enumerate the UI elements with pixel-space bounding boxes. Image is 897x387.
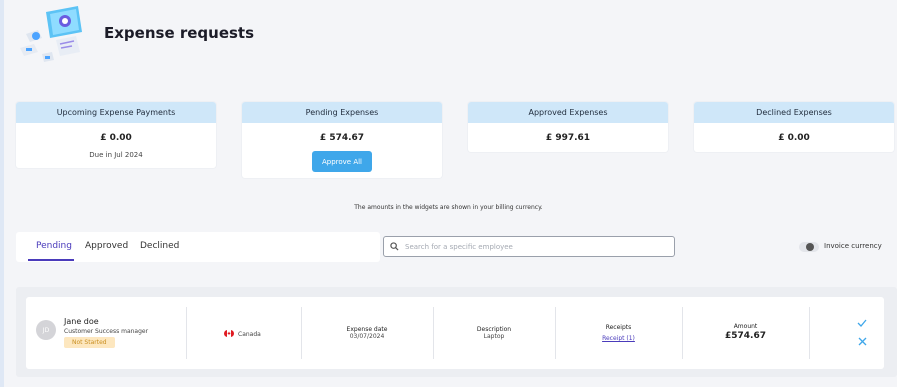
amount-label: Amount bbox=[733, 323, 758, 330]
receipt-link[interactable]: Receipt (1) bbox=[602, 335, 635, 342]
status-badge: Not Started bbox=[64, 337, 115, 348]
requests-list: JD Jane doe Customer Success manager Not… bbox=[16, 287, 897, 377]
toggle-knob bbox=[806, 243, 814, 251]
widget-title: Approved Expenses bbox=[468, 102, 668, 123]
canada-flag-icon bbox=[224, 330, 234, 337]
widget-title: Upcoming Expense Payments bbox=[16, 102, 216, 123]
approve-check-icon[interactable] bbox=[857, 319, 867, 327]
left-edge-bar bbox=[0, 0, 4, 387]
expense-date-value: 03/07/2024 bbox=[349, 333, 385, 340]
tab-approved[interactable]: Approved bbox=[85, 241, 128, 251]
expense-illustration-icon bbox=[20, 6, 82, 62]
search-input[interactable] bbox=[405, 242, 665, 251]
invoice-currency-toggle[interactable] bbox=[799, 242, 819, 252]
amount-value: £574.67 bbox=[725, 331, 766, 341]
pending-expenses-widget: Pending Expenses £ 574.67 Approve All bbox=[242, 102, 442, 178]
avatar: JD bbox=[36, 320, 56, 340]
column-divider bbox=[186, 307, 187, 359]
widget-amount: £ 0.00 bbox=[778, 133, 810, 143]
column-divider bbox=[809, 307, 810, 359]
status-tabs: Pending Approved Declined bbox=[16, 232, 380, 262]
tab-declined[interactable]: Declined bbox=[140, 241, 179, 251]
receipts-cell: Receipt (1) bbox=[556, 335, 681, 342]
tab-pending[interactable]: Pending bbox=[36, 241, 72, 251]
approve-all-button[interactable]: Approve All bbox=[312, 151, 372, 172]
request-row: JD Jane doe Customer Success manager Not… bbox=[26, 297, 884, 369]
widget-title: Declined Expenses bbox=[694, 102, 894, 123]
declined-expenses-widget: Declined Expenses £ 0.00 bbox=[694, 102, 894, 152]
upcoming-payments-widget: Upcoming Expense Payments £ 0.00 Due in … bbox=[16, 102, 216, 168]
employee-name: Jane doe bbox=[64, 317, 99, 326]
receipts-label: Receipts bbox=[605, 324, 632, 331]
billing-currency-note: The amounts in the widgets are shown in … bbox=[354, 204, 543, 211]
widget-amount: £ 574.67 bbox=[319, 133, 365, 143]
page-title: Expense requests bbox=[104, 24, 255, 42]
description-value: Laptop bbox=[483, 333, 505, 340]
employee-role: Customer Success manager bbox=[64, 328, 149, 335]
widget-amount: £ 0.00 bbox=[100, 133, 132, 143]
approved-expenses-widget: Approved Expenses £ 997.61 bbox=[468, 102, 668, 152]
expense-date-label: Expense date bbox=[346, 326, 388, 333]
invoice-currency-label: Invoice currency bbox=[824, 242, 882, 250]
description-label: Description bbox=[476, 326, 512, 333]
active-tab-indicator bbox=[28, 259, 74, 261]
employee-country: Canada bbox=[238, 331, 261, 338]
column-divider bbox=[555, 307, 556, 359]
widget-amount: £ 997.61 bbox=[545, 133, 591, 143]
search-icon bbox=[390, 242, 399, 251]
widget-due-text: Due in Jul 2024 bbox=[89, 151, 143, 159]
employee-search bbox=[383, 236, 675, 257]
decline-x-icon[interactable] bbox=[858, 337, 867, 346]
widget-title: Pending Expenses bbox=[242, 102, 442, 123]
